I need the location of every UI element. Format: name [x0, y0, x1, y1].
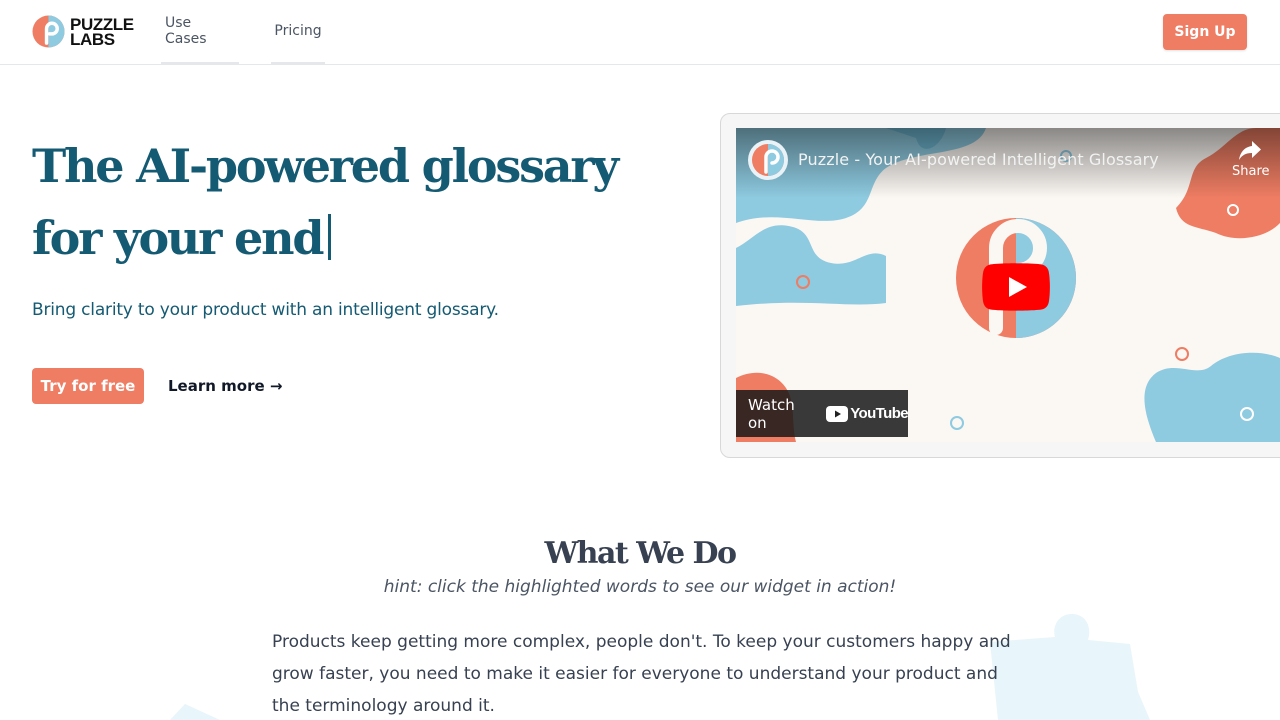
hero-title-line-2: for your end — [32, 211, 325, 265]
share-label: Share — [1232, 164, 1270, 179]
play-icon[interactable] — [982, 263, 1050, 311]
puzzle-piece-decoration-left — [170, 704, 220, 720]
watch-on-youtube-button[interactable]: Watch on YouTube — [736, 390, 909, 437]
youtube-wordmark: YouTube — [850, 405, 908, 422]
channel-avatar-icon[interactable] — [748, 140, 788, 180]
video-title[interactable]: Puzzle - Your AI-powered Intelligent Glo… — [798, 150, 1159, 169]
logo-wordmark: PUZZLE LABS — [70, 16, 134, 49]
learn-more-link[interactable]: Learn more → — [168, 368, 282, 404]
what-we-do-hint: hint: click the highlighted words to see… — [383, 577, 897, 597]
try-for-free-button[interactable]: Try for free — [32, 368, 144, 404]
sign-up-button[interactable]: Sign Up — [1163, 14, 1247, 50]
share-icon — [1239, 141, 1261, 160]
hero-subtitle: Bring clarity to your product with an in… — [32, 300, 499, 320]
youtube-embed[interactable]: Puzzle - Your AI-powered Intelligent Glo… — [736, 128, 1280, 442]
nav-pricing[interactable]: Pricing — [271, 0, 325, 64]
logo[interactable]: PUZZLE LABS — [32, 15, 134, 48]
share-button[interactable]: Share — [1232, 140, 1270, 179]
hero-title: The AI-powered glossary for your end — [32, 130, 672, 274]
youtube-logo-icon: YouTube — [826, 405, 909, 422]
logo-line-2: LABS — [70, 29, 115, 49]
what-we-do-heading: What We Do — [544, 536, 737, 571]
typing-caret — [328, 214, 332, 260]
hero-title-line-1: The AI-powered glossary — [32, 139, 619, 193]
what-we-do-body: Products keep getting more complex, peop… — [272, 632, 1011, 716]
site-header: PUZZLE LABS Use Cases Pricing Sign Up — [0, 0, 1280, 65]
puzzle-logo-icon — [32, 15, 65, 48]
watch-on-label: Watch on — [748, 395, 795, 432]
nav-use-cases[interactable]: Use Cases — [161, 0, 239, 64]
